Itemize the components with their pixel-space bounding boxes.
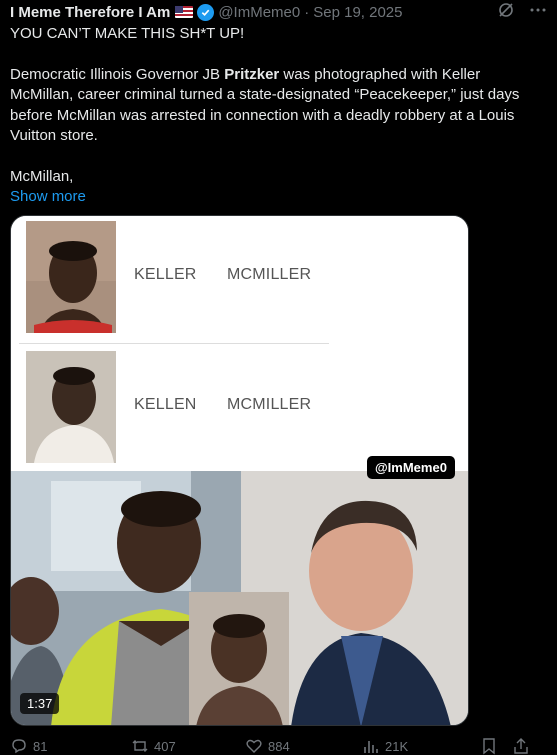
record-first-name: KELLEN	[134, 396, 197, 413]
like-count: 884	[268, 738, 290, 754]
separator-dot: ·	[304, 3, 310, 21]
verified-badge-icon[interactable]	[197, 3, 215, 21]
us-flag-icon	[175, 6, 194, 18]
reply-count: 81	[33, 738, 48, 754]
video-player[interactable]	[11, 471, 468, 725]
repost-button[interactable]: 407	[131, 737, 176, 755]
reply-button[interactable]: 81	[10, 737, 47, 755]
views-button[interactable]: 21K	[362, 737, 408, 755]
tweet-paragraph: Democratic Illinois Governor JB Pritzker…	[10, 65, 540, 147]
author-handle[interactable]: @ImMeme0	[218, 4, 300, 21]
repost-count: 407	[154, 738, 176, 754]
repost-icon	[132, 740, 148, 752]
bookmark-button[interactable]	[480, 737, 498, 755]
video-duration: 1:37	[20, 693, 60, 714]
tweet-headline: YOU CAN’T MAKE THIS SH*T UP!	[10, 25, 245, 42]
tweet-paragraph-truncated: McMillan,	[10, 167, 74, 185]
record-row: KELLER MCMILLER	[11, 216, 468, 344]
tweet-text: YOU CAN’T MAKE THIS SH*T UP! Democratic …	[10, 24, 540, 208]
views-icon	[364, 741, 378, 753]
show-more-link[interactable]: Show more	[10, 187, 540, 208]
mugshot-photo	[26, 351, 116, 463]
more-icon[interactable]	[529, 1, 547, 23]
header-actions	[497, 1, 547, 23]
view-count: 21K	[385, 738, 409, 754]
record-row: KELLEN MCMILLER	[11, 346, 468, 474]
bookmark-icon	[483, 738, 495, 755]
record-last-name: MCMILLER	[227, 396, 312, 413]
share-button[interactable]	[512, 737, 530, 755]
watermark-label: @ImMeme0	[367, 456, 455, 479]
like-button[interactable]: 884	[245, 737, 290, 755]
author-display-name[interactable]: I Meme Therefore I Am	[10, 4, 170, 21]
tweet-date[interactable]: Sep 19, 2025	[313, 4, 402, 21]
tweet-header: I Meme Therefore I Am @ImMeme0 · Sep 19,…	[10, 2, 547, 22]
grok-icon[interactable]	[497, 1, 515, 23]
tweet-paragraph-start: Democratic Illinois Governor JB	[10, 65, 225, 83]
row-divider	[19, 343, 329, 344]
share-icon	[514, 738, 528, 754]
reply-icon	[12, 739, 26, 754]
mention-pritzker: Pritzker	[224, 65, 280, 83]
heart-icon	[246, 739, 262, 753]
video-thumbnail	[11, 471, 468, 725]
mugshot-photo	[26, 221, 116, 333]
record-first-name: KELLER	[134, 266, 197, 283]
record-last-name: MCMILLER	[227, 266, 312, 283]
media-card[interactable]: KELLER MCMILLER KELLEN MCMILLER @ImMeme0…	[10, 215, 469, 726]
action-bar: 81 407 884 21K	[10, 737, 540, 755]
